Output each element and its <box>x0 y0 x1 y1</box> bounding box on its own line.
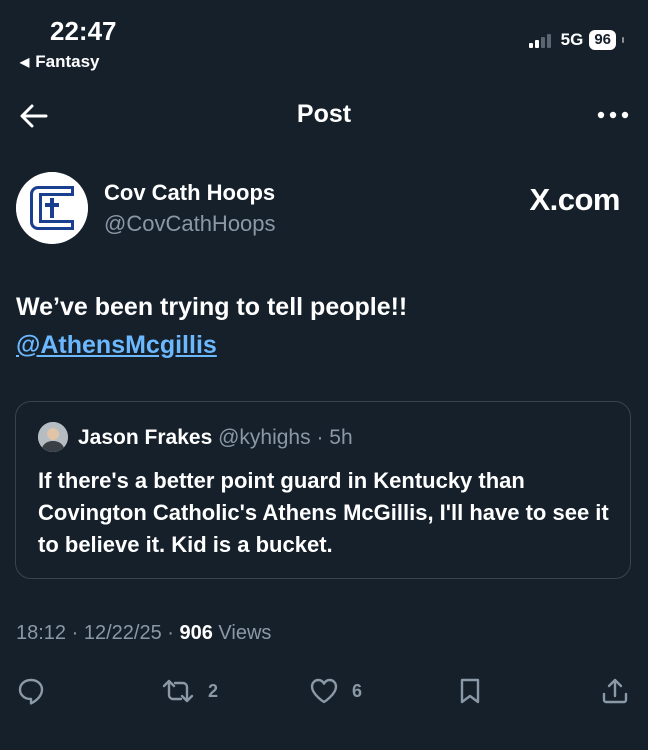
battery-level: 96 <box>589 30 616 50</box>
like-button[interactable]: 6 <box>308 676 362 706</box>
more-options-icon[interactable] <box>596 100 630 130</box>
bookmark-icon <box>460 678 480 704</box>
covcath-logo-icon <box>16 172 88 244</box>
network-type: 5G <box>560 30 584 49</box>
heart-icon <box>310 678 338 704</box>
back-app-label: Fantasy <box>35 52 100 71</box>
meta-separator: · <box>71 622 84 644</box>
like-count: 6 <box>352 680 363 701</box>
quote-text: If there's a better point guard in Kentu… <box>38 468 609 557</box>
back-triangle-icon: ◀ <box>20 55 30 69</box>
post-time: 18:12 <box>16 622 67 644</box>
reply-button[interactable] <box>16 676 46 706</box>
x-com-watermark: X.com <box>529 182 620 217</box>
retweet-icon <box>162 679 194 703</box>
tweet-text: We’ve been trying to tell people!! <box>16 293 408 321</box>
quote-author-handle-time: @kyhighs · 5h <box>218 426 353 449</box>
meta-separator: · <box>167 622 180 644</box>
back-to-app-link[interactable]: ◀ Fantasy <box>20 52 99 72</box>
views-label: Views <box>218 622 272 644</box>
author-avatar[interactable] <box>16 172 88 244</box>
quote-author-name: Jason Frakes <box>78 426 213 449</box>
post-meta: 18:12 · 12/22/25 · 906 Views <box>16 622 271 645</box>
bookmark-button[interactable] <box>456 676 484 706</box>
post-date: 12/22/25 <box>83 622 162 644</box>
person-photo-icon <box>38 422 68 452</box>
quoted-tweet[interactable]: Jason Frakes @kyhighs · 5h If there's a … <box>15 401 631 579</box>
signal-icon <box>528 32 551 48</box>
share-button[interactable] <box>600 676 630 706</box>
page-title: Post <box>296 100 352 128</box>
reply-icon <box>18 678 44 705</box>
quote-author: Jason Frakes @kyhighs · 5h <box>78 426 353 450</box>
share-icon <box>602 678 628 704</box>
author-handle[interactable]: @CovCathHoops <box>104 211 276 237</box>
status-indicators: 5G 96 <box>528 30 624 50</box>
retweet-button[interactable]: 2 <box>160 676 218 706</box>
retweet-count: 2 <box>208 680 219 701</box>
author-display-name[interactable]: Cov Cath Hoops <box>104 180 275 206</box>
tweet-body: We’ve been trying to tell people!! @Athe… <box>16 288 407 364</box>
battery-tip <box>622 37 624 43</box>
mention-link[interactable]: @AthensMcgillis <box>16 326 217 364</box>
status-time: 22:47 <box>50 16 117 46</box>
views-count: 906 <box>179 622 213 644</box>
quote-author-avatar <box>38 422 68 452</box>
